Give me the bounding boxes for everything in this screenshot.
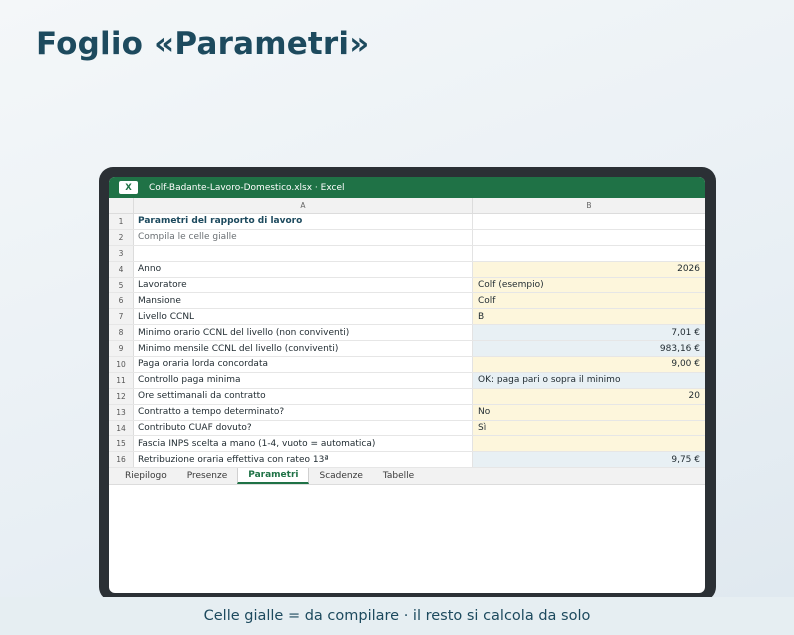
table-row: 14 Contributo CUAF dovuto? Sì (109, 420, 705, 437)
cell-a12[interactable]: Ore settimanali da contratto (134, 388, 473, 404)
table-row: 8 Minimo orario CCNL del livello (non co… (109, 325, 705, 342)
window-titlebar: X Colf-Badante-Lavoro-Domestico.xlsx · E… (109, 177, 705, 198)
cell-b5[interactable]: Colf (esempio) (473, 277, 705, 293)
row-number[interactable]: 5 (109, 277, 134, 293)
row-number[interactable]: 3 (109, 245, 134, 261)
table-row: 9 Minimo mensile CCNL del livello (convi… (109, 341, 705, 358)
row-number[interactable]: 16 (109, 452, 134, 468)
cell-a10[interactable]: Paga oraria lorda concordata (134, 357, 473, 372)
cell-a2[interactable]: Compila le celle gialle (134, 229, 473, 245)
cell-a1[interactable]: Parametri del rapporto di lavoro (134, 214, 473, 229)
cell-a16[interactable]: Retribuzione oraria effettiva con rateo … (134, 452, 473, 468)
cell-b9[interactable]: 983,16 € (473, 341, 705, 357)
tab-riepilogo[interactable]: Riepilogo (109, 468, 177, 484)
table-row: 16 Retribuzione oraria effettiva con rat… (109, 452, 705, 469)
tab-scadenze[interactable]: Scadenze (309, 468, 372, 484)
row-number[interactable]: 13 (109, 404, 134, 420)
cell-b4[interactable]: 2026 (473, 261, 705, 277)
table-row: 6 Mansione Colf (109, 293, 705, 310)
cell-b12[interactable]: 20 (473, 388, 705, 404)
table-row: 13 Contratto a tempo determinato? No (109, 404, 705, 421)
cell-b16[interactable]: 9,75 € (473, 452, 705, 468)
row-number[interactable]: 14 (109, 420, 134, 436)
excel-window: X Colf-Badante-Lavoro-Domestico.xlsx · E… (109, 177, 705, 593)
column-header-a[interactable]: A (134, 198, 473, 213)
row-number[interactable]: 10 (109, 357, 134, 372)
cell-a9[interactable]: Minimo mensile CCNL del livello (convive… (134, 341, 473, 357)
cell-a7[interactable]: Livello CCNL (134, 309, 473, 325)
cell-b11[interactable]: OK: paga pari o sopra il minimo (473, 372, 705, 388)
cell-a3[interactable] (134, 245, 473, 261)
cell-a6[interactable]: Mansione (134, 293, 473, 309)
cell-a14[interactable]: Contributo CUAF dovuto? (134, 420, 473, 436)
table-row: 11 Controllo paga minima OK: paga pari o… (109, 372, 705, 389)
cell-b8[interactable]: 7,01 € (473, 325, 705, 341)
row-number[interactable]: 7 (109, 309, 134, 325)
table-row: 5 Lavoratore Colf (esempio) (109, 277, 705, 294)
table-row: 3 (109, 245, 705, 262)
column-header-bar: A B (109, 198, 705, 214)
cell-b3[interactable] (473, 246, 705, 261)
row-number[interactable]: 1 (109, 214, 134, 229)
cell-b10[interactable]: 9,00 € (473, 357, 705, 372)
footer-caption: Celle gialle = da compilare · il resto s… (0, 597, 794, 635)
row-number[interactable]: 6 (109, 293, 134, 309)
cell-a11[interactable]: Controllo paga minima (134, 372, 473, 388)
row-number[interactable]: 2 (109, 229, 134, 245)
tab-parametri[interactable]: Parametri (237, 468, 310, 485)
row-number[interactable]: 15 (109, 436, 134, 452)
cell-b7[interactable]: B (473, 309, 705, 325)
cell-a8[interactable]: Minimo orario CCNL del livello (non conv… (134, 325, 473, 341)
cell-a15[interactable]: Fascia INPS scelta a mano (1-4, vuoto = … (134, 436, 473, 452)
cell-b13[interactable]: No (473, 404, 705, 420)
cell-a5[interactable]: Lavoratore (134, 277, 473, 293)
cell-b1[interactable] (473, 214, 705, 229)
cell-b6[interactable]: Colf (473, 293, 705, 309)
table-row: 12 Ore settimanali da contratto 20 (109, 388, 705, 405)
table-row: 1 Parametri del rapporto di lavoro (109, 214, 705, 230)
table-row: 7 Livello CCNL B (109, 309, 705, 326)
table-row: 15 Fascia INPS scelta a mano (1-4, vuoto… (109, 436, 705, 453)
table-row: 2 Compila le celle gialle (109, 229, 705, 246)
cell-a4[interactable]: Anno (134, 261, 473, 277)
row-number[interactable]: 9 (109, 341, 134, 357)
select-all-corner[interactable] (109, 198, 134, 213)
page-title: Foglio «Parametri» (36, 26, 370, 62)
cell-a13[interactable]: Contratto a tempo determinato? (134, 404, 473, 420)
cell-b14[interactable]: Sì (473, 420, 705, 436)
table-row: 10 Paga oraria lorda concordata 9,00 € (109, 357, 705, 373)
laptop-frame: X Colf-Badante-Lavoro-Domestico.xlsx · E… (99, 167, 716, 601)
tab-presenze[interactable]: Presenze (177, 468, 238, 484)
cell-b2[interactable] (473, 230, 705, 245)
cell-b15[interactable] (473, 436, 705, 452)
row-number[interactable]: 4 (109, 261, 134, 277)
row-number[interactable]: 8 (109, 325, 134, 341)
column-header-b[interactable]: B (473, 198, 705, 213)
table-row: 4 Anno 2026 (109, 261, 705, 278)
sheet-tab-bar: Riepilogo Presenze Parametri Scadenze Ta… (109, 468, 705, 486)
tab-tabelle[interactable]: Tabelle (373, 468, 424, 484)
window-title: Colf-Badante-Lavoro-Domestico.xlsx · Exc… (149, 182, 345, 193)
row-number[interactable]: 12 (109, 388, 134, 404)
row-number[interactable]: 11 (109, 372, 134, 388)
excel-icon: X (119, 181, 138, 194)
